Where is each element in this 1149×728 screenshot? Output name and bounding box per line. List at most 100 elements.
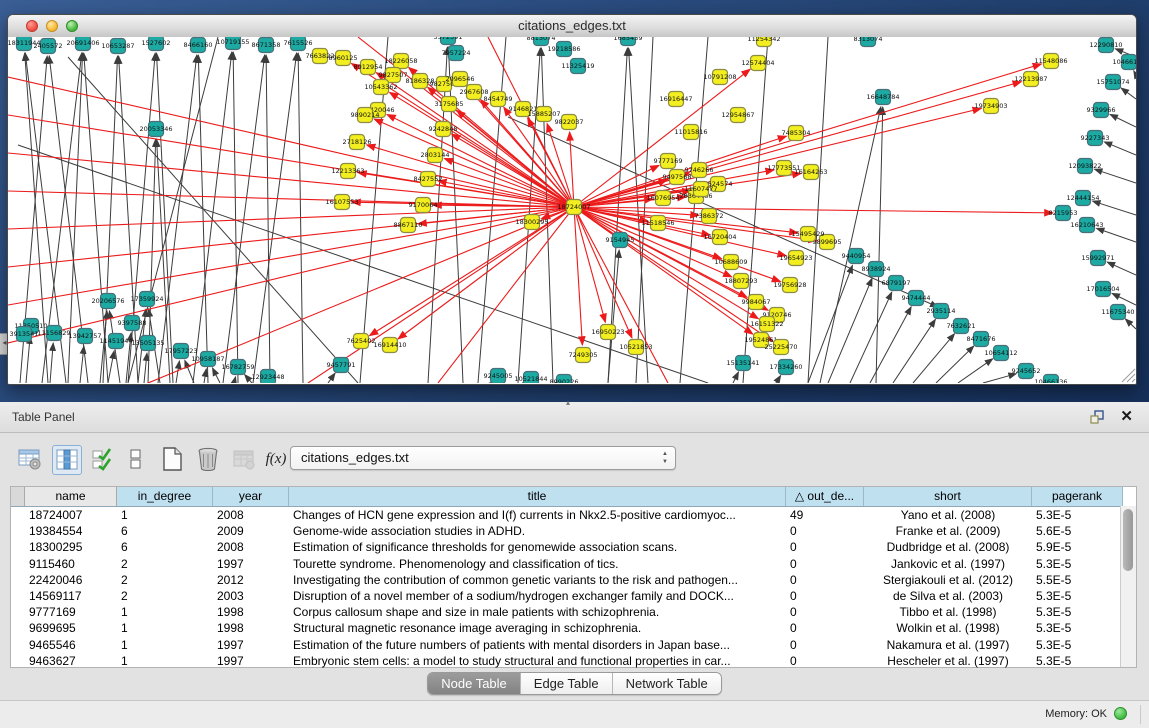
- citation-edge-black[interactable]: [1096, 228, 1136, 242]
- column-header-pagerank[interactable]: pagerank: [1032, 487, 1123, 506]
- graph-node[interactable]: 8466160: [184, 38, 213, 53]
- cell-pagerank[interactable]: 5.3E-5: [1032, 588, 1123, 604]
- graph-node[interactable]: 12213987: [1014, 72, 1047, 87]
- cell-out_de[interactable]: 0: [786, 572, 864, 588]
- table-row[interactable]: 1830029562008Estimation of significance …: [11, 539, 1136, 555]
- citation-edge-red[interactable]: [438, 207, 574, 383]
- memory-ok-led[interactable]: [1114, 707, 1127, 720]
- rows-icon[interactable]: [122, 445, 150, 473]
- citation-edge-black[interactable]: [1104, 142, 1136, 155]
- citation-edge-black[interactable]: [983, 374, 1016, 383]
- cell-title[interactable]: Investigating the contribution of common…: [289, 572, 786, 588]
- graph-node[interactable]: 9245652: [1012, 364, 1041, 379]
- cell-out_de[interactable]: 0: [786, 653, 864, 669]
- citation-edge-red[interactable]: [574, 207, 781, 282]
- graph-node[interactable]: 16648784: [866, 90, 899, 105]
- cell-year[interactable]: 1998: [213, 620, 289, 636]
- graph-node[interactable]: 7249305: [569, 348, 598, 363]
- cell-name[interactable]: 22420046: [25, 572, 117, 588]
- cell-year[interactable]: 2008: [213, 507, 289, 523]
- table-row[interactable]: 946362711997Embryonic stem cells: a mode…: [11, 653, 1136, 669]
- cell-in_degree[interactable]: 2: [117, 588, 213, 604]
- citation-edge-black[interactable]: [108, 351, 114, 383]
- cell-short[interactable]: Stergiakouli et al. (2012): [864, 572, 1032, 588]
- graph-node[interactable]: 10719155: [216, 37, 249, 50]
- graph-node[interactable]: 16950223: [591, 325, 624, 340]
- citation-edge-red[interactable]: [308, 207, 574, 383]
- close-panel-icon[interactable]: ✕: [1120, 407, 1133, 425]
- cell-short[interactable]: de Silva et al. (2003): [864, 588, 1032, 604]
- cell-title[interactable]: Changes of HCN gene expression and I(f) …: [289, 507, 786, 523]
- float-panel-icon[interactable]: [1089, 409, 1105, 425]
- graph-node[interactable]: 11015816: [674, 125, 707, 140]
- citation-edge-black[interactable]: [733, 372, 739, 383]
- cell-year[interactable]: 1997: [213, 653, 289, 669]
- citation-edge-black[interactable]: [608, 250, 619, 383]
- graph-node[interactable]: 12574404: [741, 56, 774, 71]
- cell-short[interactable]: Jankovic et al. (1997): [864, 556, 1032, 572]
- graph-node[interactable]: 8938924: [862, 262, 891, 277]
- cell-name[interactable]: 18300295: [25, 539, 117, 555]
- cell-short[interactable]: Hescheler et al. (1997): [864, 653, 1032, 669]
- table-row[interactable]: 911546021997Tourette syndrome. Phenomeno…: [11, 556, 1136, 572]
- cell-name[interactable]: 9115460: [25, 556, 117, 572]
- cell-pagerank[interactable]: 5.9E-5: [1032, 539, 1123, 555]
- graph-node[interactable]: 8671358: [252, 38, 281, 53]
- cell-name[interactable]: 9699695: [25, 620, 117, 636]
- cell-out_de[interactable]: 0: [786, 539, 864, 555]
- cell-pagerank[interactable]: 5.3E-5: [1032, 620, 1123, 636]
- graph-node[interactable]: 11254342: [747, 37, 780, 47]
- graph-node[interactable]: 1685439: [614, 37, 643, 46]
- table-body[interactable]: 1872400712008Changes of HCN gene express…: [11, 507, 1136, 669]
- graph-node[interactable]: 9457791: [327, 358, 356, 373]
- citation-edge-black[interactable]: [1093, 201, 1136, 215]
- citation-edge-black[interactable]: [144, 353, 147, 383]
- network-view-window[interactable]: citations_edges.txt 18724007766382289601…: [7, 14, 1137, 385]
- graph-node[interactable]: 16914410: [373, 338, 406, 353]
- citation-edge-black[interactable]: [212, 368, 220, 383]
- cell-in_degree[interactable]: 1: [117, 604, 213, 620]
- graph-node[interactable]: 10466137: [1112, 55, 1136, 70]
- graph-node[interactable]: 2935114: [927, 304, 956, 319]
- graph-node[interactable]: 7957224: [442, 46, 471, 61]
- citation-edge-black[interactable]: [1125, 319, 1136, 329]
- citation-edge-black[interactable]: [828, 278, 872, 383]
- graph-node[interactable]: 9242848: [429, 122, 458, 137]
- graph-node[interactable]: 12444154: [1066, 191, 1099, 206]
- graph-node[interactable]: 7485304: [782, 126, 811, 141]
- table-row[interactable]: 2242004622012Investigating the contribut…: [11, 572, 1136, 588]
- graph-node[interactable]: 13942757: [68, 329, 101, 344]
- graph-node[interactable]: 12290810: [1089, 38, 1122, 53]
- citation-edge-black[interactable]: [1112, 293, 1136, 305]
- graph-node[interactable]: 12954867: [721, 108, 754, 123]
- tab-network-table[interactable]: Network Table: [613, 673, 721, 694]
- table-panel-header[interactable]: ▴ Table Panel ✕: [0, 402, 1149, 433]
- graph-node[interactable]: 16107553: [325, 195, 358, 210]
- graph-node[interactable]: 20206576: [91, 294, 124, 309]
- citation-edge-black[interactable]: [26, 336, 30, 383]
- cell-title[interactable]: Structural magnetic resonance image aver…: [289, 620, 786, 636]
- citation-edge-black[interactable]: [958, 359, 993, 383]
- column-header-name[interactable]: name: [25, 487, 117, 506]
- citation-edge-black[interactable]: [1094, 169, 1136, 183]
- cell-pagerank[interactable]: 5.3E-5: [1032, 556, 1123, 572]
- cell-pagerank[interactable]: 5.5E-5: [1032, 572, 1123, 588]
- citation-edge-black[interactable]: [328, 373, 335, 383]
- cell-in_degree[interactable]: 1: [117, 637, 213, 653]
- graph-node[interactable]: 5572391: [434, 37, 463, 45]
- graph-node[interactable]: 8313074: [854, 37, 883, 47]
- graph-node[interactable]: 11548086: [1034, 54, 1067, 69]
- vertical-scrollbar[interactable]: [1120, 506, 1136, 667]
- cell-out_de[interactable]: 0: [786, 523, 864, 539]
- graph-node[interactable]: 10688609: [714, 255, 747, 270]
- scrollbar-thumb[interactable]: [1123, 509, 1133, 571]
- cell-pagerank[interactable]: 5.3E-5: [1032, 507, 1123, 523]
- graph-node[interactable]: 11325419: [561, 59, 594, 74]
- cell-name[interactable]: 19384554: [25, 523, 117, 539]
- cell-title[interactable]: Genome-wide association studies in ADHD.: [289, 523, 786, 539]
- citation-edge-black[interactable]: [1110, 114, 1136, 127]
- cell-in_degree[interactable]: 2: [117, 572, 213, 588]
- citation-edge-red[interactable]: [8, 207, 574, 305]
- graph-node[interactable]: 7625402: [347, 334, 376, 349]
- table-row[interactable]: 1872400712008Changes of HCN gene express…: [11, 507, 1136, 523]
